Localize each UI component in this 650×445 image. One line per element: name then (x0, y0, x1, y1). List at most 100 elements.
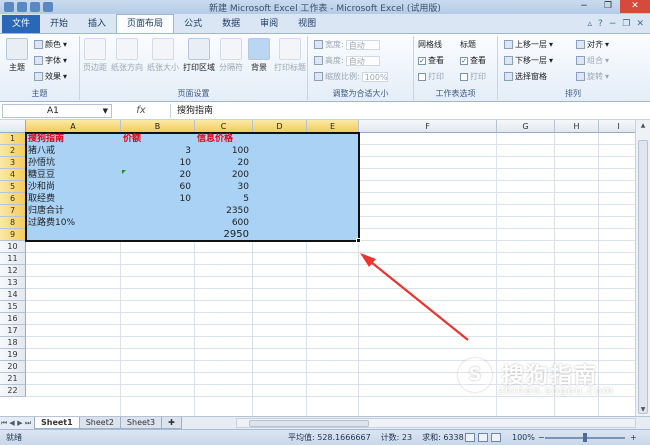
scale-control[interactable]: 缩放比例: 100% (314, 71, 388, 82)
fonts-button[interactable]: 字体 ▾ (34, 55, 67, 66)
row-header[interactable]: 22 (0, 385, 26, 397)
selection-pane-button[interactable]: 选择窗格 (504, 71, 547, 82)
size-button[interactable]: 纸张大小 (146, 38, 180, 73)
zoom-in-button[interactable]: + (630, 430, 637, 445)
table-cell[interactable]: 归唐合计 (28, 205, 117, 217)
name-box[interactable]: A1 ▼ (2, 103, 112, 118)
select-all-corner[interactable] (0, 120, 26, 133)
background-button[interactable]: 背景 (246, 38, 272, 73)
print-area-button[interactable]: 打印区域 (182, 38, 216, 73)
send-backward-button[interactable]: 下移一层 ▾ (504, 55, 553, 66)
tab-data[interactable]: 数据 (212, 15, 250, 33)
cell-header-name[interactable]: 搜狗指南 (28, 133, 117, 145)
table-cell[interactable]: 30 (197, 181, 249, 193)
table-cell[interactable]: 10 (123, 157, 191, 169)
tab-file[interactable]: 文件 (2, 15, 41, 33)
row-header[interactable]: 21 (0, 373, 26, 385)
sheet-tab-1[interactable]: Sheet1 (34, 417, 80, 429)
height-select[interactable]: 自动 (345, 55, 380, 66)
row-header[interactable]: 1 (0, 133, 26, 145)
headings-print-checkbox[interactable]: 打印 (460, 71, 486, 82)
row-header[interactable]: 9 (0, 229, 26, 241)
bring-forward-button[interactable]: 上移一层 ▾ (504, 39, 553, 50)
table-cell[interactable] (123, 205, 191, 217)
table-cell[interactable]: 20 (197, 157, 249, 169)
table-cell[interactable] (123, 217, 191, 229)
tab-insert[interactable]: 插入 (78, 15, 116, 33)
vertical-scrollbar[interactable]: ▲ ▼ (635, 120, 650, 416)
ribbon-minimize-icon[interactable]: ▵ (588, 19, 593, 29)
table-cell[interactable] (123, 229, 191, 241)
row-header[interactable]: 3 (0, 157, 26, 169)
table-cell[interactable]: 5 (197, 193, 249, 205)
orientation-button[interactable]: 纸张方向 (110, 38, 144, 73)
vertical-scroll-thumb[interactable] (638, 140, 648, 414)
scroll-down-icon[interactable]: ▼ (636, 406, 650, 416)
row-header[interactable]: 5 (0, 181, 26, 193)
cell-header-amount[interactable]: 价额 (123, 133, 191, 145)
row-header[interactable]: 11 (0, 253, 26, 265)
effects-button[interactable]: 效果 ▾ (34, 71, 67, 82)
insert-function-icon[interactable]: fx (112, 105, 170, 116)
row-header[interactable]: 10 (0, 241, 26, 253)
margins-button[interactable]: 页边距 (82, 38, 108, 73)
normal-view-icon[interactable] (465, 433, 475, 442)
sheet-tab-3[interactable]: Sheet3 (119, 417, 163, 429)
column-header[interactable]: F (359, 120, 497, 133)
sheet-tab-2[interactable]: Sheet2 (78, 417, 121, 429)
cell-header-price[interactable]: 信息价格 (197, 133, 249, 145)
first-sheet-icon[interactable]: ⏮ (0, 419, 8, 428)
horizontal-scroll-thumb[interactable] (249, 420, 369, 427)
table-cell[interactable]: 20 (123, 169, 191, 181)
table-cell[interactable]: 100 (197, 145, 249, 157)
tab-view[interactable]: 视图 (288, 15, 326, 33)
column-header[interactable]: G (497, 120, 555, 133)
close-button[interactable]: ✕ (620, 0, 650, 13)
height-control[interactable]: 高度: 自动 (314, 55, 380, 66)
table-cell[interactable]: 10 (123, 193, 191, 205)
table-cell[interactable]: 2350 (197, 205, 249, 217)
rotate-button[interactable]: 旋转 ▾ (576, 71, 609, 82)
horizontal-scrollbar[interactable] (236, 418, 636, 428)
row-header[interactable]: 7 (0, 205, 26, 217)
gridlines-print-checkbox[interactable]: 打印 (418, 71, 444, 82)
breaks-button[interactable]: 分隔符 (218, 38, 244, 73)
zoom-out-button[interactable]: − (538, 430, 545, 445)
formula-input[interactable]: 搜狗指南 (170, 103, 650, 118)
theme-button[interactable]: 主题 (4, 38, 30, 73)
gridlines-view-checkbox[interactable]: ✓ 查看 (418, 55, 444, 66)
row-header[interactable]: 19 (0, 349, 26, 361)
table-cell[interactable]: 孙悟坑 (28, 157, 117, 169)
table-cell[interactable]: 糖豆豆 (28, 169, 117, 181)
worksheet-grid[interactable]: A B C D E F G H I 1 2 3 4 5 6 7 8 9 10 11 12 13 14 15 16 17 18 19 20… (0, 120, 650, 416)
row-header[interactable]: 6 (0, 193, 26, 205)
tab-formulas[interactable]: 公式 (174, 15, 212, 33)
row-header[interactable]: 2 (0, 145, 26, 157)
row-header[interactable]: 16 (0, 313, 26, 325)
table-cell[interactable]: 600 (197, 217, 249, 229)
page-layout-view-icon[interactable] (478, 433, 488, 442)
column-header[interactable]: H (555, 120, 599, 133)
tab-review[interactable]: 审阅 (250, 15, 288, 33)
row-header[interactable]: 4 (0, 169, 26, 181)
minimize-button[interactable]: − (572, 0, 596, 13)
colors-button[interactable]: 颜色 ▾ (34, 39, 67, 50)
column-header[interactable]: I (599, 120, 639, 133)
row-header[interactable]: 14 (0, 289, 26, 301)
row-header[interactable]: 18 (0, 337, 26, 349)
table-cell[interactable] (28, 229, 117, 241)
help-icon[interactable]: ? (598, 19, 603, 29)
workbook-close-icon[interactable]: ✕ (636, 19, 644, 29)
tab-home[interactable]: 开始 (40, 15, 78, 33)
last-sheet-icon[interactable]: ⏭ (24, 419, 32, 428)
table-cell[interactable]: 沙和尚 (28, 181, 117, 193)
table-cell[interactable]: 60 (123, 181, 191, 193)
row-header[interactable]: 17 (0, 325, 26, 337)
table-cell[interactable]: 200 (197, 169, 249, 181)
zoom-slider-knob[interactable] (583, 433, 587, 442)
table-cell[interactable]: 2950 (197, 229, 249, 241)
table-cell[interactable]: 过路费10% (28, 217, 117, 229)
row-header[interactable]: 12 (0, 265, 26, 277)
group-button[interactable]: 组合 ▾ (576, 55, 609, 66)
scale-input[interactable]: 100% (361, 71, 388, 82)
